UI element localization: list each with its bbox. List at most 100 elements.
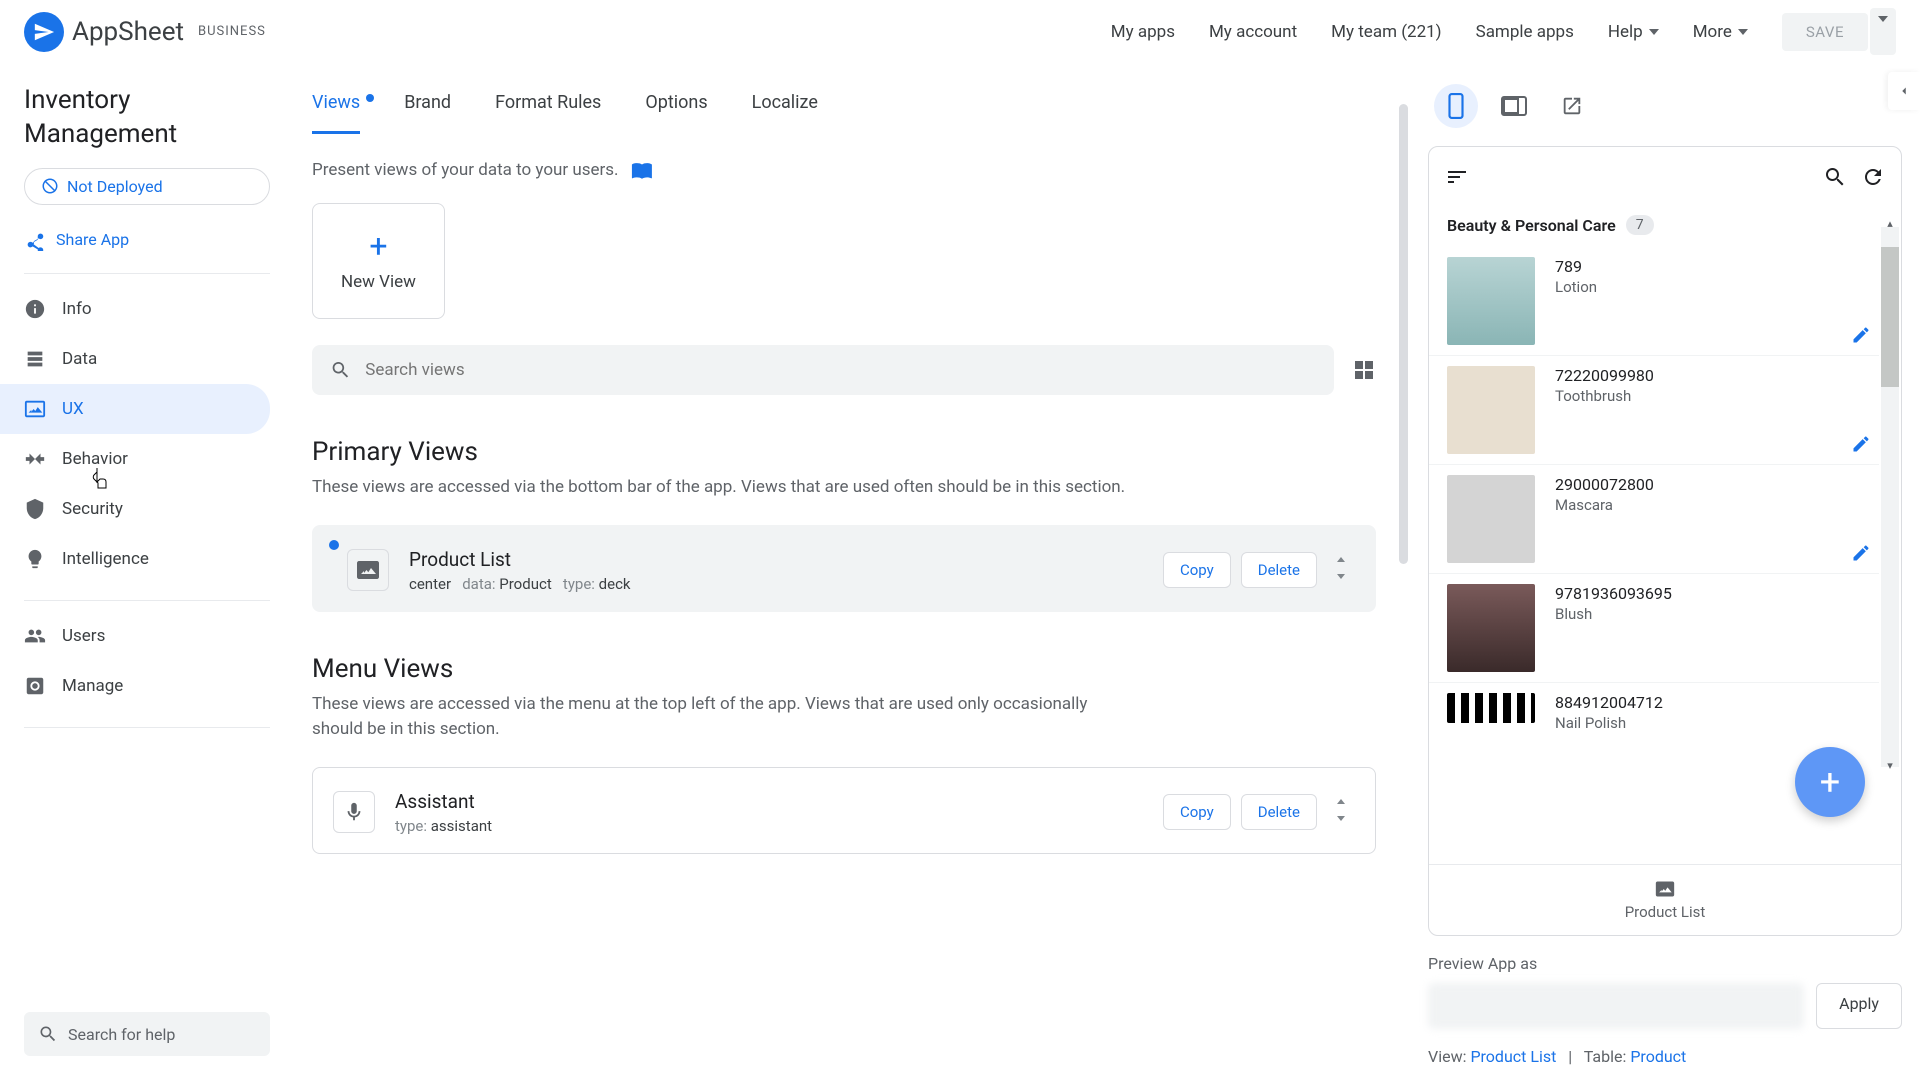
save-button[interactable]: SAVE bbox=[1782, 13, 1868, 51]
product-image bbox=[1447, 366, 1535, 454]
grid-view-icon[interactable] bbox=[1352, 358, 1376, 382]
product-name: Mascara bbox=[1555, 496, 1861, 514]
edit-icon[interactable] bbox=[1851, 434, 1871, 454]
list-item[interactable]: 29000072800 Mascara bbox=[1429, 465, 1879, 574]
edit-icon[interactable] bbox=[1851, 325, 1871, 345]
book-icon[interactable] bbox=[631, 159, 653, 181]
tab-localize[interactable]: Localize bbox=[752, 92, 818, 134]
sidebar-item-label: UX bbox=[62, 399, 84, 419]
sidebar-item-security[interactable]: Security bbox=[0, 484, 270, 534]
edit-icon[interactable] bbox=[1851, 543, 1871, 563]
product-id: 9781936093695 bbox=[1555, 584, 1861, 603]
brand-logo[interactable]: AppSheet BUSINESS bbox=[24, 12, 266, 52]
category-name: Beauty & Personal Care bbox=[1447, 216, 1616, 235]
nav-sample-apps[interactable]: Sample apps bbox=[1476, 22, 1574, 42]
delete-button[interactable]: Delete bbox=[1241, 552, 1317, 588]
table-link[interactable]: Product bbox=[1630, 1047, 1686, 1066]
preview-phone-frame: ▴ ▾ Beauty & Personal Care 7 789 Lotion bbox=[1428, 146, 1902, 936]
search-icon bbox=[330, 359, 351, 381]
nav-help[interactable]: Help bbox=[1608, 22, 1659, 42]
new-view-label: New View bbox=[341, 272, 416, 292]
sidebar-item-manage[interactable]: Manage bbox=[0, 661, 270, 711]
view-card-assistant[interactable]: Assistant type: assistant Copy Delete bbox=[312, 767, 1376, 854]
mic-icon bbox=[333, 791, 375, 833]
apply-button[interactable]: Apply bbox=[1816, 983, 1902, 1029]
preview-panel: ▴ ▾ Beauty & Personal Care 7 789 Lotion bbox=[1410, 64, 1920, 1080]
search-views-input[interactable] bbox=[365, 360, 1316, 380]
product-id: 884912004712 bbox=[1555, 693, 1861, 712]
menu-views-heading: Menu Views bbox=[312, 654, 1376, 684]
not-deployed-icon bbox=[41, 177, 59, 195]
list-item[interactable]: 884912004712 Nail Polish bbox=[1429, 683, 1879, 742]
sidebar-item-label: Intelligence bbox=[62, 549, 149, 569]
sidebar-item-label: Security bbox=[62, 499, 123, 519]
nav-my-apps[interactable]: My apps bbox=[1111, 22, 1175, 42]
brand-text: AppSheet bbox=[72, 17, 184, 47]
search-icon[interactable] bbox=[1823, 165, 1847, 189]
list-item[interactable]: 789 Lotion bbox=[1429, 247, 1879, 356]
device-tablet-button[interactable] bbox=[1492, 84, 1536, 128]
sidebar-item-label: Data bbox=[62, 349, 97, 369]
plus-icon: + bbox=[369, 230, 387, 262]
chevron-down-icon bbox=[1878, 16, 1888, 41]
nav-my-account[interactable]: My account bbox=[1209, 22, 1297, 42]
content-scrollbar[interactable] bbox=[1399, 104, 1408, 564]
content-hint: Present views of your data to your users… bbox=[312, 159, 1376, 181]
phone-bottom-nav[interactable]: Product List bbox=[1429, 864, 1901, 935]
view-link[interactable]: Product List bbox=[1470, 1047, 1556, 1066]
top-bar: AppSheet BUSINESS My apps My account My … bbox=[0, 0, 1920, 64]
sidebar-item-behavior[interactable]: Behavior bbox=[0, 434, 270, 484]
sidebar-item-data[interactable]: Data bbox=[0, 334, 270, 384]
search-views-box[interactable] bbox=[312, 345, 1334, 395]
main-content: Views Brand Format Rules Options Localiz… bbox=[282, 64, 1410, 1080]
sidebar-divider bbox=[24, 727, 270, 728]
reorder-handle-icon[interactable] bbox=[1327, 557, 1355, 583]
list-item[interactable]: 72220099980 Toothbrush bbox=[1429, 356, 1879, 465]
app-title: Inventory Management bbox=[24, 84, 270, 152]
view-card-product-list[interactable]: Product List center data: Product type: … bbox=[312, 525, 1376, 612]
content-tabs: Views Brand Format Rules Options Localiz… bbox=[312, 64, 1376, 135]
copy-button[interactable]: Copy bbox=[1163, 794, 1231, 830]
scrollbar-down-icon[interactable]: ▾ bbox=[1881, 759, 1899, 772]
tab-views[interactable]: Views bbox=[312, 92, 360, 134]
collapse-preview-icon[interactable] bbox=[1888, 72, 1920, 110]
primary-views-heading: Primary Views bbox=[312, 437, 1376, 467]
deploy-status-pill[interactable]: Not Deployed bbox=[24, 168, 270, 205]
tab-format-rules[interactable]: Format Rules bbox=[495, 92, 601, 134]
fab-add-button[interactable]: + bbox=[1795, 747, 1865, 817]
product-image bbox=[1447, 257, 1535, 345]
view-card-body: Assistant type: assistant bbox=[395, 790, 1143, 835]
sidebar-item-ux[interactable]: UX bbox=[0, 384, 270, 434]
product-id: 789 bbox=[1555, 257, 1861, 276]
table-label: Table: bbox=[1584, 1047, 1627, 1066]
plan-badge: BUSINESS bbox=[198, 24, 266, 39]
nav-my-team[interactable]: My team (221) bbox=[1331, 22, 1441, 42]
sidebar-item-intelligence[interactable]: Intelligence bbox=[0, 534, 270, 584]
tab-options[interactable]: Options bbox=[645, 92, 707, 134]
sidebar-divider bbox=[24, 273, 270, 274]
sidebar-item-info[interactable]: Info bbox=[0, 284, 270, 334]
new-view-button[interactable]: + New View bbox=[312, 203, 445, 319]
copy-button[interactable]: Copy bbox=[1163, 552, 1231, 588]
preview-scrollbar-thumb[interactable] bbox=[1881, 247, 1899, 387]
reorder-handle-icon[interactable] bbox=[1327, 799, 1355, 825]
preview-as-input[interactable] bbox=[1428, 983, 1804, 1029]
sort-icon[interactable] bbox=[1445, 165, 1469, 189]
nav-more-label: More bbox=[1693, 22, 1732, 42]
share-app-link[interactable]: Share App bbox=[24, 223, 270, 257]
list-item[interactable]: 9781936093695 Blush bbox=[1429, 574, 1879, 683]
hint-text: Present views of your data to your users… bbox=[312, 160, 619, 180]
device-mobile-button[interactable] bbox=[1434, 84, 1478, 128]
left-sidebar: Inventory Management Not Deployed Share … bbox=[0, 64, 282, 1080]
tab-brand[interactable]: Brand bbox=[404, 92, 451, 134]
help-search-box[interactable]: Search for help bbox=[24, 1012, 270, 1056]
menu-views-desc: These views are accessed via the menu at… bbox=[312, 692, 1132, 743]
sidebar-item-users[interactable]: Users bbox=[0, 611, 270, 661]
share-icon bbox=[24, 229, 46, 251]
device-fullscreen-button[interactable] bbox=[1550, 84, 1594, 128]
delete-button[interactable]: Delete bbox=[1241, 794, 1317, 830]
nav-more[interactable]: More bbox=[1693, 22, 1748, 42]
save-dropdown[interactable] bbox=[1870, 8, 1896, 55]
appsheet-logo-icon bbox=[24, 12, 64, 52]
refresh-icon[interactable] bbox=[1861, 165, 1885, 189]
